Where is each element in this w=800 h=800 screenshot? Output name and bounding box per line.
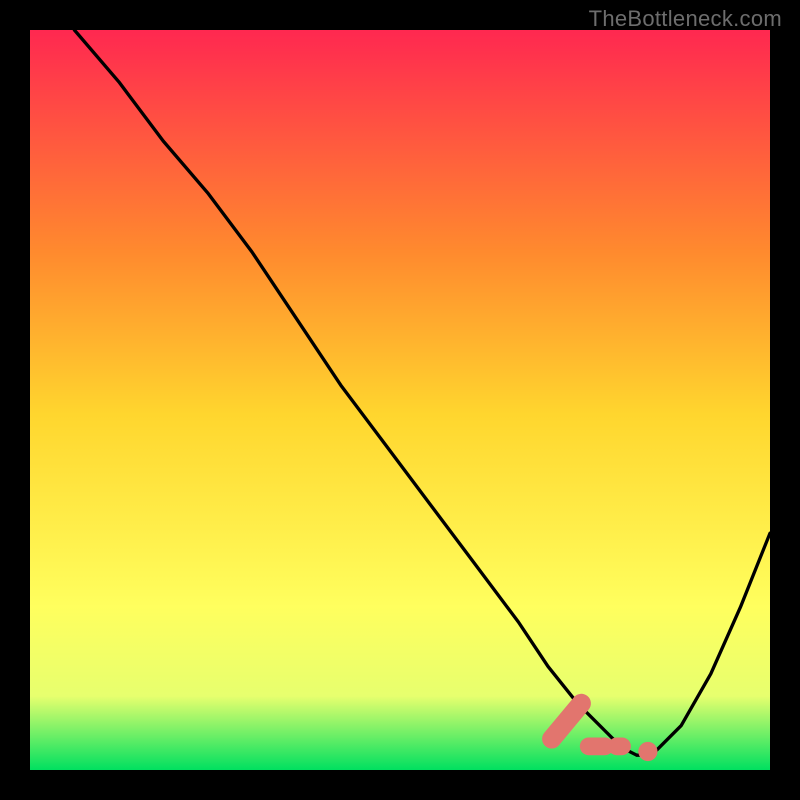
gradient-background — [30, 30, 770, 770]
plot-area — [30, 30, 770, 770]
marker-dot — [638, 742, 657, 761]
watermark-text: TheBottleneck.com — [589, 6, 782, 32]
chart-svg — [30, 30, 770, 770]
chart-frame: TheBottleneck.com — [0, 0, 800, 800]
